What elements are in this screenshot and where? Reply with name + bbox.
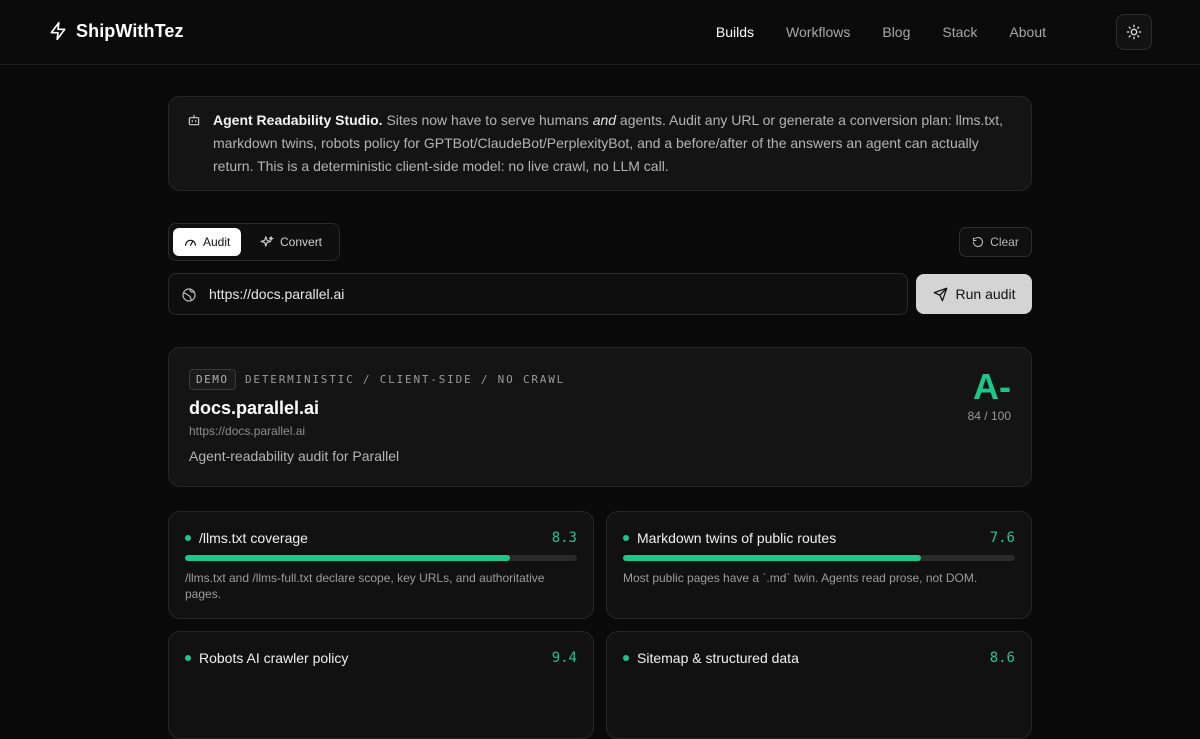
nav-blog[interactable]: Blog bbox=[882, 24, 910, 40]
main-nav: Builds Workflows Blog Stack About bbox=[716, 24, 1046, 40]
metric-card: Markdown twins of public routes 7.6 Most… bbox=[606, 511, 1032, 619]
send-icon bbox=[933, 287, 947, 301]
mode-audit-button[interactable]: Audit bbox=[173, 228, 242, 256]
metric-score: 8.3 bbox=[551, 530, 577, 546]
mode-convert-button[interactable]: Convert bbox=[249, 228, 333, 256]
metric-score: 7.6 bbox=[989, 530, 1015, 546]
nav-about[interactable]: About bbox=[1009, 24, 1046, 40]
nav-workflows[interactable]: Workflows bbox=[786, 24, 850, 40]
metric-name: Robots AI crawler policy bbox=[199, 650, 349, 666]
metric-name: Sitemap & structured data bbox=[637, 650, 799, 666]
gauge-icon bbox=[185, 239, 196, 246]
metric-card: Robots AI crawler policy 9.4 bbox=[168, 631, 594, 739]
nav-stack[interactable]: Stack bbox=[942, 24, 977, 40]
rotate-ccw-icon bbox=[973, 236, 984, 248]
bot-icon bbox=[188, 114, 200, 126]
status-dot bbox=[623, 535, 629, 541]
url-input[interactable] bbox=[209, 274, 899, 314]
sparkles-icon bbox=[260, 236, 274, 247]
clear-button[interactable]: Clear bbox=[959, 227, 1032, 257]
status-dot bbox=[185, 535, 191, 541]
metric-description: Most public pages have a `.md` twin. Age… bbox=[623, 571, 978, 585]
theme-toggle-button[interactable] bbox=[1116, 14, 1152, 50]
status-dot bbox=[623, 655, 629, 661]
site-header: ShipWithTez Builds Workflows Blog Stack … bbox=[0, 0, 1200, 65]
banner-text: Agent Readability Studio. Sites now have… bbox=[213, 112, 1004, 174]
score: 84 / 100 bbox=[967, 409, 1011, 423]
metric-name: /llms.txt coverage bbox=[199, 530, 308, 546]
bolt-icon bbox=[50, 21, 66, 41]
nav-builds[interactable]: Builds bbox=[716, 24, 754, 40]
metric-name: Markdown twins of public routes bbox=[637, 530, 837, 546]
audit-result-card: DEMO DETERMINISTIC / CLIENT-SIDE / NO CR… bbox=[168, 347, 1032, 487]
globe-icon bbox=[182, 288, 196, 302]
brand-name: ShipWithTez bbox=[76, 20, 184, 41]
grade: A- bbox=[973, 366, 1011, 407]
progress-fill bbox=[623, 555, 921, 561]
metric-card: Sitemap & structured data 8.6 bbox=[606, 631, 1032, 739]
progress-fill bbox=[185, 555, 511, 561]
mode-tag: DETERMINISTIC / CLIENT-SIDE / NO CRAWL bbox=[245, 373, 566, 386]
progress-track bbox=[623, 555, 1015, 561]
metric-score: 8.6 bbox=[989, 650, 1015, 666]
sun-icon bbox=[1126, 24, 1142, 40]
run-audit-button[interactable]: Run audit bbox=[916, 274, 1032, 314]
status-dot bbox=[185, 655, 191, 661]
demo-badge: DEMO bbox=[189, 369, 236, 390]
metric-score: 9.4 bbox=[551, 650, 577, 666]
site-url: https://docs.parallel.ai bbox=[189, 424, 306, 438]
brand-link[interactable]: ShipWithTez bbox=[48, 20, 184, 42]
metric-description: /llms.txt and /llms-full.txt declare sco… bbox=[185, 571, 545, 601]
site-description: Agent-readability audit for Parallel bbox=[189, 448, 400, 464]
intro-banner: Agent Readability Studio. Sites now have… bbox=[168, 96, 1032, 191]
banner-title: Agent Readability Studio. bbox=[213, 112, 383, 128]
site-name: docs.parallel.ai bbox=[189, 398, 320, 418]
mode-toggle: Audit Convert bbox=[168, 223, 340, 261]
metric-card: /llms.txt coverage 8.3 /llms.txt and /ll… bbox=[168, 511, 594, 619]
progress-track bbox=[185, 555, 577, 561]
url-field bbox=[168, 273, 908, 315]
